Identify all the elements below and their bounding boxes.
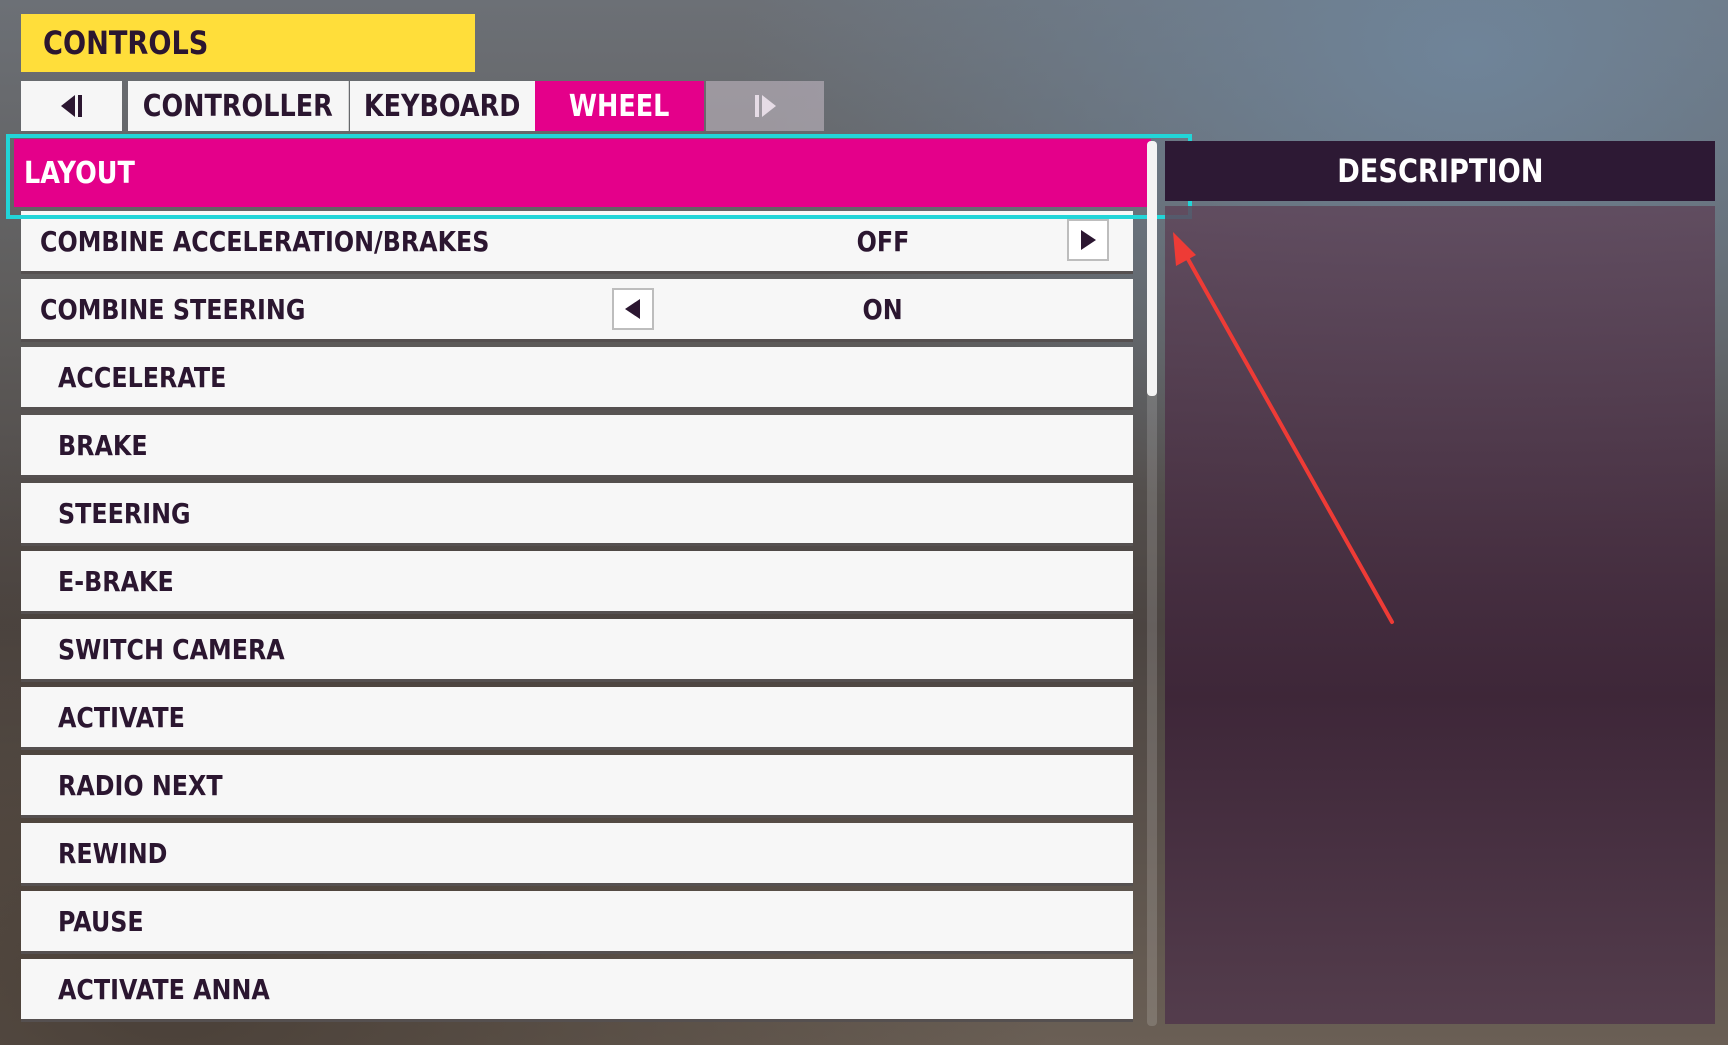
- description-panel: [1165, 206, 1715, 1024]
- setting-row-radio-next[interactable]: RADIO NEXT: [21, 755, 1133, 818]
- row-label: ACTIVATE ANNA: [58, 972, 270, 1006]
- tab-wheel-label: WHEEL: [569, 88, 670, 124]
- row-label: PAUSE: [58, 904, 144, 938]
- description-header: DESCRIPTION: [1165, 141, 1715, 201]
- row-label: COMBINE STEERING: [40, 292, 306, 326]
- setting-row-pause[interactable]: PAUSE: [21, 891, 1133, 954]
- tab-controller-label: CONTROLLER: [142, 88, 334, 124]
- tab-wheel[interactable]: WHEEL: [535, 81, 704, 131]
- chevron-right-icon: [1081, 230, 1096, 250]
- setting-row-accelerate[interactable]: ACCELERATE: [21, 347, 1133, 410]
- row-label: SWITCH CAMERA: [58, 632, 285, 666]
- layout-label: LAYOUT: [24, 155, 135, 191]
- prev-option-button[interactable]: [612, 288, 654, 330]
- controls-header: CONTROLS: [21, 14, 475, 72]
- row-value: OFF: [856, 224, 910, 258]
- scrollbar[interactable]: [1147, 141, 1157, 1026]
- chevron-left-icon: [625, 299, 640, 319]
- row-label: STEERING: [58, 496, 191, 530]
- row-label: COMBINE ACCELERATION/BRAKES: [40, 224, 490, 258]
- setting-row-activate-anna[interactable]: ACTIVATE ANNA: [21, 959, 1133, 1022]
- next-tab-icon: [755, 95, 776, 117]
- setting-row-combine-acceleration-brakes[interactable]: COMBINE ACCELERATION/BRAKES OFF: [21, 211, 1133, 274]
- setting-row-steering[interactable]: STEERING: [21, 483, 1133, 546]
- row-label: ACCELERATE: [58, 360, 227, 394]
- row-label: E-BRAKE: [58, 564, 174, 598]
- setting-row-combine-steering[interactable]: COMBINE STEERING ON: [21, 279, 1133, 342]
- setting-row-e-brake[interactable]: E-BRAKE: [21, 551, 1133, 614]
- setting-row-activate[interactable]: ACTIVATE: [21, 687, 1133, 750]
- row-label: ACTIVATE: [58, 700, 185, 734]
- next-option-button[interactable]: [1067, 219, 1109, 261]
- tab-keyboard-label: KEYBOARD: [364, 88, 521, 124]
- tab-next-button[interactable]: [706, 81, 824, 131]
- row-label: REWIND: [58, 836, 168, 870]
- row-label: RADIO NEXT: [58, 768, 223, 802]
- row-label: BRAKE: [58, 428, 148, 462]
- description-title: DESCRIPTION: [1336, 152, 1544, 190]
- prev-tab-icon: [60, 95, 82, 117]
- tab-controller[interactable]: CONTROLLER: [128, 81, 349, 131]
- setting-row-rewind[interactable]: REWIND: [21, 823, 1133, 886]
- setting-row-brake[interactable]: BRAKE: [21, 415, 1133, 478]
- layout-section-header[interactable]: LAYOUT: [14, 139, 1151, 207]
- setting-row-switch-camera[interactable]: SWITCH CAMERA: [21, 619, 1133, 682]
- page-title: CONTROLS: [43, 24, 209, 62]
- tab-prev-button[interactable]: [21, 81, 122, 131]
- tab-keyboard[interactable]: KEYBOARD: [350, 81, 535, 131]
- scrollbar-thumb[interactable]: [1147, 141, 1157, 396]
- row-value: ON: [862, 292, 904, 326]
